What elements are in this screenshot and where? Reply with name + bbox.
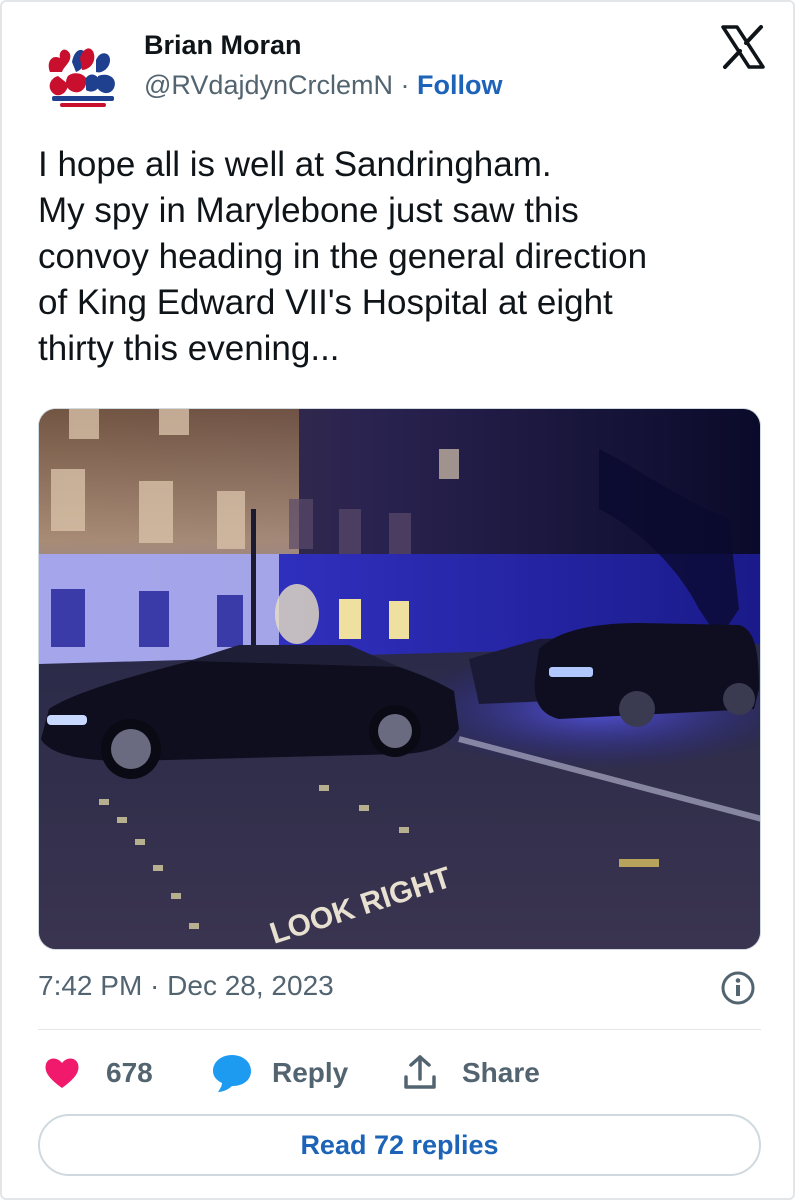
- author-handle-row: @RVdajdynCrclemN · Follow: [144, 70, 503, 101]
- tweet-text: I hope all is well at Sandringham. My sp…: [38, 142, 758, 372]
- x-logo-icon[interactable]: [720, 24, 766, 70]
- tweet-header: Brian Moran @RVdajdynCrclemN · Follow: [38, 24, 768, 114]
- avatar[interactable]: [38, 32, 128, 122]
- speech-bubble-icon: [213, 1055, 251, 1092]
- tweet-media-image[interactable]: LOOK RIGHT: [38, 408, 761, 950]
- reply-label: Reply: [272, 1057, 349, 1088]
- tweet-timestamp[interactable]: 7:42 PM · Dec 28, 2023: [38, 970, 334, 1002]
- like-button[interactable]: 678: [42, 1050, 153, 1096]
- heart-icon: [45, 1058, 79, 1088]
- tweet-line: My spy in Marylebone just saw this: [38, 191, 579, 230]
- info-icon[interactable]: [720, 970, 756, 1006]
- reply-button[interactable]: Reply: [210, 1050, 348, 1096]
- share-upload-icon: [404, 1055, 436, 1089]
- author-handle[interactable]: @RVdajdynCrclemN: [144, 70, 393, 100]
- author-name[interactable]: Brian Moran: [144, 30, 302, 61]
- like-count: 678: [106, 1057, 153, 1088]
- tweet-card: Brian Moran @RVdajdynCrclemN · Follow I …: [0, 0, 795, 1200]
- tweet-line: I hope all is well at Sandringham.: [38, 145, 552, 184]
- divider: [38, 1029, 761, 1030]
- share-label: Share: [462, 1057, 540, 1088]
- read-replies-button[interactable]: Read 72 replies: [38, 1114, 761, 1176]
- tweet-line: convoy heading in the general direction: [38, 237, 648, 276]
- tweet-line: thirty this evening...: [38, 329, 340, 368]
- tweet-actions: 678 Reply Share: [38, 1050, 761, 1096]
- follow-button[interactable]: Follow: [417, 70, 502, 100]
- share-button[interactable]: Share: [400, 1050, 540, 1096]
- handle-separator: ·: [400, 70, 410, 100]
- tweet-line: of King Edward VII's Hospital at eight: [38, 283, 613, 322]
